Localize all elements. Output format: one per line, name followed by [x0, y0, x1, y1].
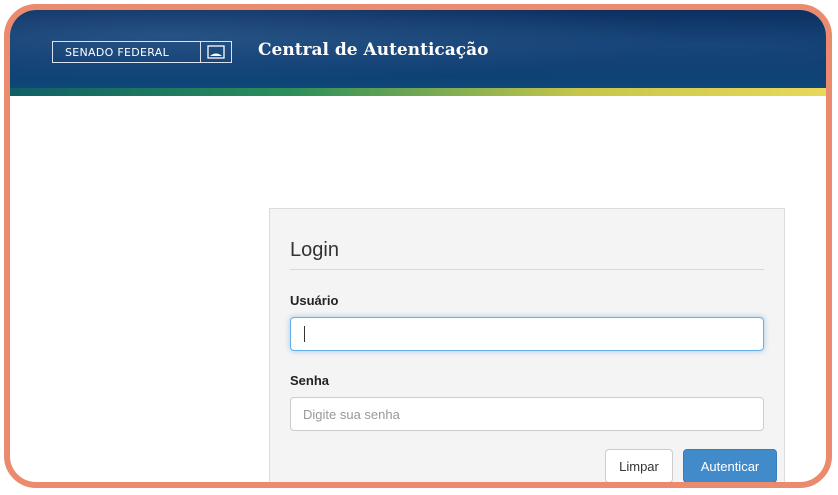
username-input[interactable] — [290, 317, 764, 351]
login-title: Login — [290, 239, 339, 261]
password-label: Senha — [290, 373, 330, 388]
authenticate-button[interactable]: Autenticar — [683, 449, 777, 482]
text-caret — [304, 326, 305, 342]
senate-building-icon — [201, 42, 231, 62]
clear-button[interactable]: Limpar — [605, 449, 673, 482]
username-label: Usuário — [290, 293, 339, 308]
senado-logo[interactable]: SENADO FEDERAL — [52, 41, 232, 63]
brand-label: SENADO FEDERAL — [65, 45, 170, 59]
password-input[interactable] — [290, 397, 764, 431]
top-header: SENADO FEDERAL Central de Autenticação — [10, 10, 826, 96]
header-accent-stripe — [10, 88, 826, 96]
title-divider — [290, 269, 764, 270]
window-frame: SENADO FEDERAL Central de Autenticação L… — [4, 4, 832, 488]
login-panel: Login Usuário Senha Limpar Autenticar — [269, 208, 785, 482]
app-title: Central de Autenticação — [258, 40, 489, 60]
